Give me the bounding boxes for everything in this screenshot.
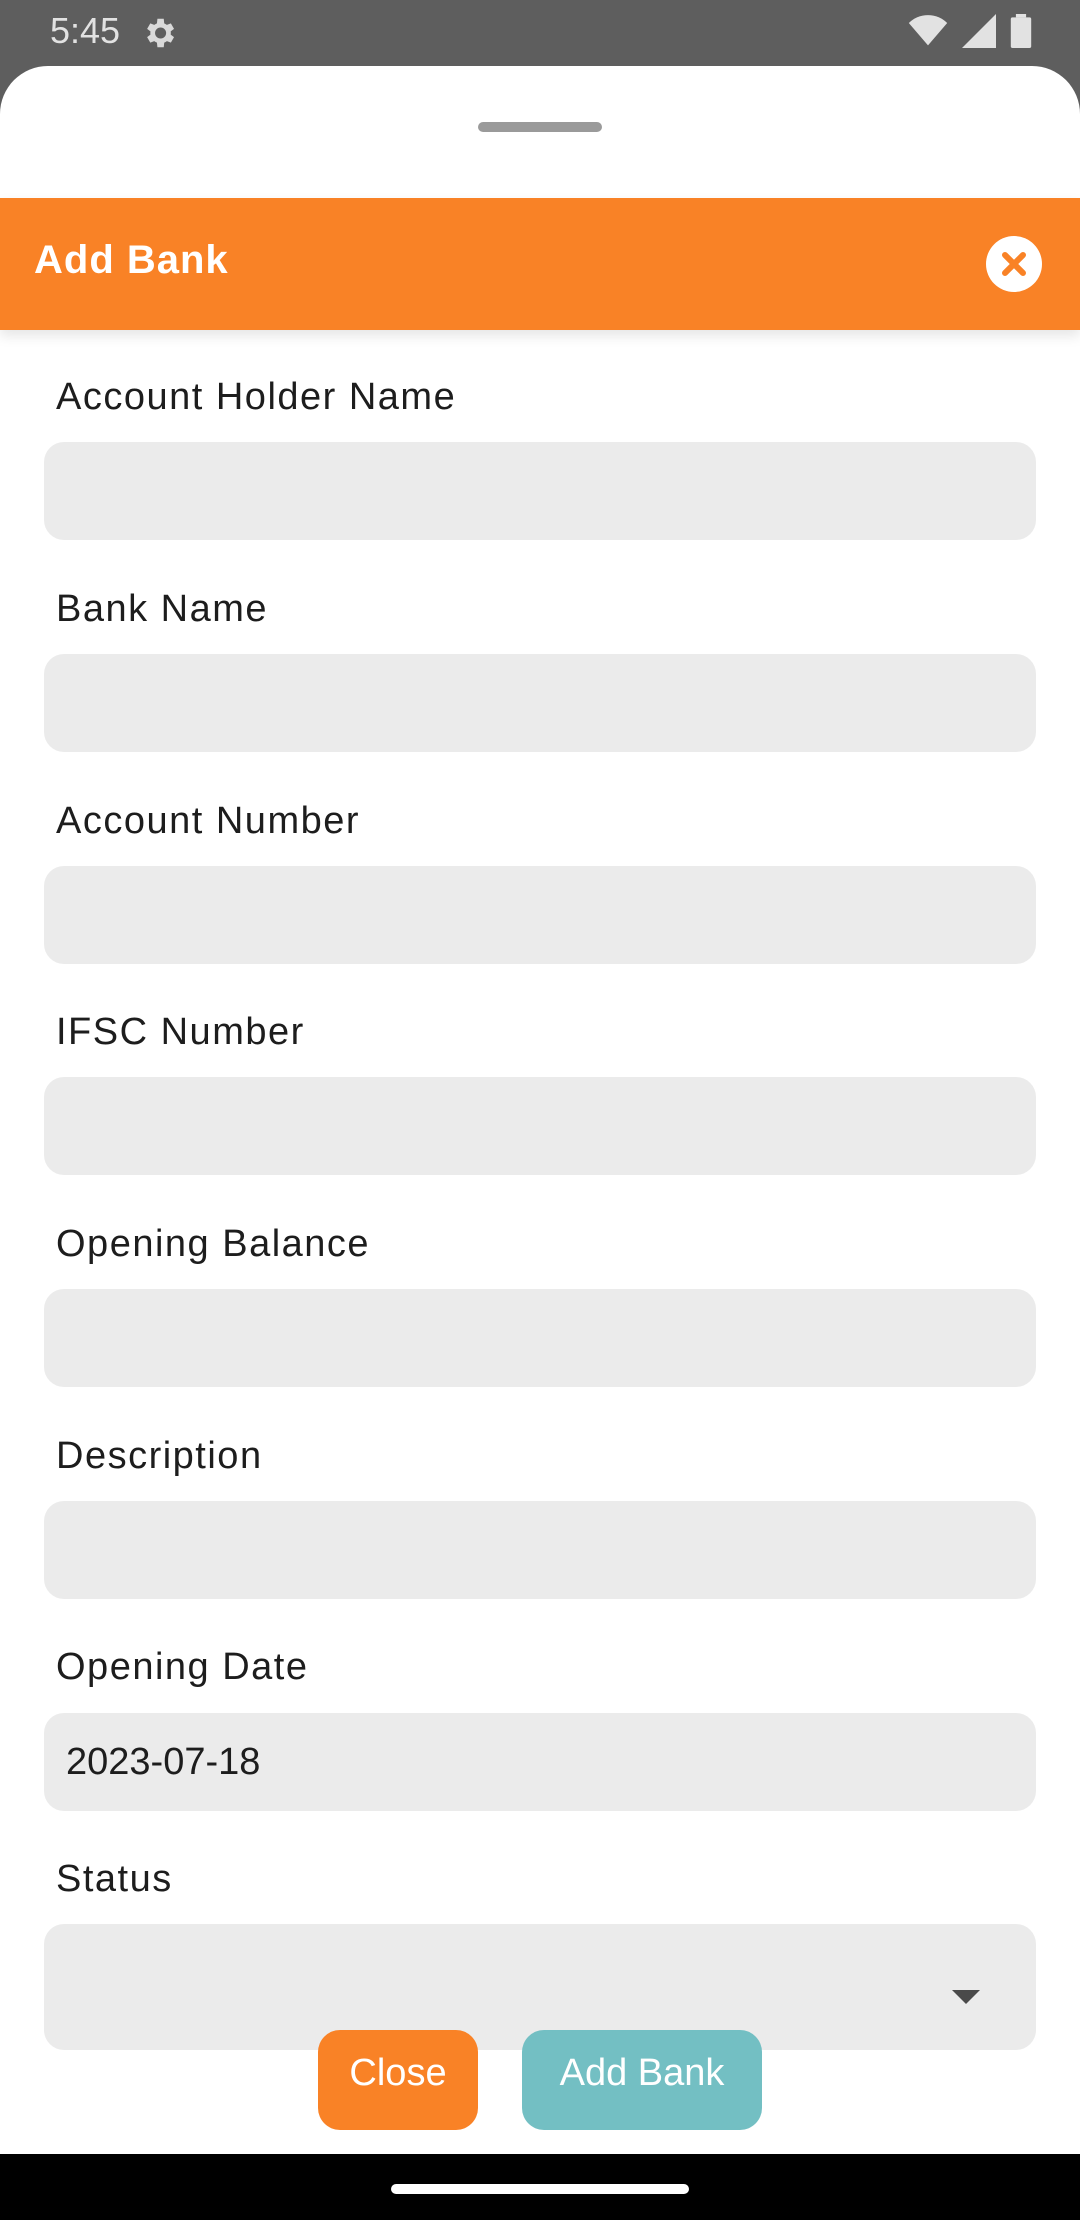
chevron-down-icon [952,1990,980,2004]
bank-name-field[interactable] [44,654,1036,752]
navigation-bar [0,2154,1080,2220]
opening-date-field[interactable]: 2023-07-18 [44,1713,1036,1811]
bank-name-label: Bank Name [56,588,269,630]
status-bar: 5:45 [0,0,1080,66]
gear-icon [147,18,175,48]
status-label: Status [56,1858,173,1900]
signal-icon [962,14,996,48]
opening-balance-field[interactable] [44,1289,1036,1387]
sheet-header: Add Bank [0,198,1080,330]
battery-icon [1010,14,1032,48]
account-holder-name-field[interactable] [44,442,1036,540]
close-icon[interactable] [986,236,1042,292]
close-button[interactable]: Close [318,2030,478,2130]
bottom-sheet: Add Bank Account Holder Name Bank Name A… [0,66,1080,2154]
ifsc-number-field[interactable] [44,1077,1036,1175]
account-holder-name-label: Account Holder Name [56,376,457,418]
ifsc-number-label: IFSC Number [56,1011,305,1053]
add-bank-button[interactable]: Add Bank [522,2030,762,2130]
description-field[interactable] [44,1501,1036,1599]
status-time: 5:45 [50,10,121,51]
drag-handle[interactable] [478,122,602,132]
account-number-label: Account Number [56,800,361,842]
opening-balance-label: Opening Balance [56,1223,371,1265]
description-label: Description [56,1435,263,1477]
page-title: Add Bank [34,238,229,282]
account-number-field[interactable] [44,866,1036,964]
wifi-icon [908,15,948,46]
opening-date-label: Opening Date [56,1646,309,1688]
home-indicator[interactable] [391,2184,689,2194]
opening-date-value: 2023-07-18 [66,1740,261,1783]
